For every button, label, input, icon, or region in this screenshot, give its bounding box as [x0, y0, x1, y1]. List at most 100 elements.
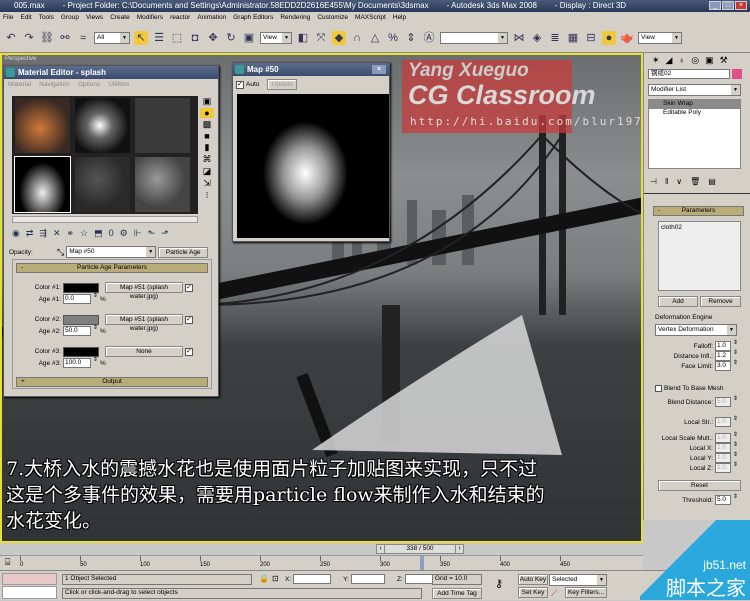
key-filters-button[interactable]: Key Filters... — [565, 587, 607, 598]
menu-create[interactable]: Create — [110, 12, 130, 23]
selection-filter-dropdown[interactable]: All — [94, 31, 130, 44]
material-menu-material[interactable]: Material — [8, 81, 31, 88]
parameters-rollout[interactable]: - Parameters — [653, 206, 744, 216]
show-end-result-icon[interactable]: ⊩ — [134, 228, 142, 239]
default-tangent-icon[interactable]: ⟋ — [551, 588, 557, 599]
stack-item-editable-poly[interactable]: Editable Poly — [649, 109, 740, 118]
window-crossing-icon[interactable]: ◘ — [188, 31, 202, 45]
lock-icon[interactable]: 🔒 — [259, 574, 269, 583]
link-icon[interactable]: ⛓ — [40, 31, 54, 45]
map-name-dropdown[interactable]: Map #50 — [66, 246, 157, 258]
time-slider[interactable]: ‹ 338 / 500 › — [376, 544, 464, 554]
age-spinner[interactable]: 0.0 — [63, 294, 91, 304]
menu-rendering[interactable]: Rendering — [280, 12, 310, 23]
lx-spinner[interactable]: 1.0 — [715, 443, 731, 453]
make-preview-icon[interactable]: ⌘ — [200, 154, 214, 165]
color-map-button[interactable]: None — [105, 346, 183, 357]
utilities-tab-icon[interactable]: ⚒ — [720, 55, 728, 66]
align-icon[interactable]: ◈ — [530, 31, 544, 45]
pin-stack-icon[interactable]: ⊣ — [650, 177, 657, 186]
menu-edit[interactable]: Edit — [20, 12, 31, 23]
menu-modifiers[interactable]: Modifiers — [137, 12, 163, 23]
edit-named-sel-icon[interactable]: Ⓐ — [422, 31, 436, 45]
material-menu-options[interactable]: Options — [78, 81, 100, 88]
menu-maxscript[interactable]: MAXScript — [355, 12, 386, 23]
map-enable-checkbox[interactable]: ✓ — [185, 283, 193, 292]
update-button[interactable]: Update — [267, 79, 298, 90]
percent-snap-icon[interactable]: % — [386, 31, 400, 45]
rect-selection-icon[interactable]: ⬚ — [170, 31, 184, 45]
manipulate-icon[interactable]: ⤧ — [314, 31, 328, 45]
options-icon[interactable]: ◪ — [200, 166, 214, 177]
auto-key-button[interactable]: Auto Key — [518, 574, 548, 585]
blend-to-base-checkbox[interactable] — [655, 385, 662, 392]
maximize-button[interactable]: □ — [722, 1, 734, 10]
spinner-arrows-icon[interactable]: ⇕ — [93, 325, 98, 336]
add-time-tag-button[interactable]: Add Time Tag — [432, 588, 482, 599]
modifier-list-dropdown[interactable]: Modifier List — [648, 84, 741, 96]
horizontal-scrollbar[interactable] — [12, 216, 198, 223]
target-list[interactable]: cloth02 — [658, 221, 741, 291]
modify-tab-icon[interactable]: ◢ — [666, 55, 673, 66]
background-icon[interactable]: ▩ — [200, 119, 214, 130]
remove-button[interactable]: Remove — [700, 296, 741, 307]
minimize-button[interactable]: _ — [709, 1, 721, 10]
redo-icon[interactable]: ↷ — [22, 31, 36, 45]
video-color-check-icon[interactable]: ▮ — [200, 142, 214, 153]
face-spinner[interactable]: 3.0 — [715, 361, 731, 371]
layer-manager-icon[interactable]: ≣ — [548, 31, 562, 45]
put-to-library-icon[interactable]: ⬒ — [94, 228, 103, 239]
map-enable-checkbox[interactable]: ✓ — [185, 347, 193, 356]
close-button[interactable]: × — [372, 65, 386, 74]
lz-spinner[interactable]: 1.0 — [715, 463, 731, 473]
deformation-engine-dropdown[interactable]: Vertex Deformation — [655, 324, 737, 336]
spinner-arrows-icon[interactable]: ⇕ — [733, 360, 738, 371]
material-navigator-icon[interactable]: ⁝ — [200, 190, 214, 201]
select-by-name-icon[interactable]: ☰ — [152, 31, 166, 45]
reset-button[interactable]: Reset — [658, 480, 741, 491]
add-button[interactable]: Add — [658, 296, 698, 307]
prev-frame-button[interactable]: ‹ — [377, 545, 385, 553]
spinner-arrows-icon[interactable]: ⇕ — [733, 462, 738, 473]
spinner-arrows-icon[interactable]: ⇕ — [733, 494, 738, 505]
material-editor-icon[interactable]: ● — [602, 30, 616, 45]
object-color-swatch[interactable] — [732, 69, 742, 79]
map-enable-checkbox[interactable]: ✓ — [185, 315, 193, 324]
age-spinner[interactable]: 100.0 — [63, 358, 91, 368]
x-field[interactable] — [293, 574, 332, 584]
angle-snap-icon[interactable]: △ — [368, 31, 382, 45]
pick-material-icon[interactable]: ⤡ — [57, 247, 64, 258]
hierarchy-tab-icon[interactable]: ♁ — [678, 55, 685, 66]
create-tab-icon[interactable]: ✶ — [652, 55, 660, 66]
bind-spacewarp-icon[interactable]: ≈ — [76, 31, 90, 45]
dist-spinner[interactable]: 1.2 — [715, 351, 731, 361]
track-bar[interactable]: ⌸ 0 50 100 150 200 250 300 350 400 450 — [0, 555, 643, 570]
assign-material-icon[interactable]: ⇶ — [39, 228, 47, 239]
sample-slot[interactable] — [134, 97, 191, 154]
render-setup-icon[interactable]: 🫖 — [620, 31, 634, 45]
color-swatch[interactable] — [63, 282, 99, 293]
output-rollout[interactable]: + Output — [16, 377, 208, 387]
go-to-parent-icon[interactable]: ⬑ — [148, 228, 156, 239]
auto-checkbox[interactable]: ✓ — [236, 80, 244, 89]
spinner-arrows-icon[interactable]: ⇕ — [93, 293, 98, 304]
make-unique-icon[interactable]: ∨ — [676, 177, 682, 186]
mini-curve-editor-icon[interactable]: ⌸ — [5, 557, 10, 568]
local-str-spinner[interactable]: 1.0 — [715, 417, 731, 427]
material-editor-titlebar[interactable]: Material Editor - splash — [4, 66, 218, 79]
mirror-icon[interactable]: ⋈ — [512, 31, 526, 45]
menu-help[interactable]: Help — [393, 12, 406, 23]
get-material-icon[interactable]: ◉ — [12, 228, 20, 239]
set-key-icon[interactable]: ⚷ — [495, 577, 503, 590]
spinner-arrows-icon[interactable]: ⇕ — [733, 396, 738, 407]
menu-reactor[interactable]: reactor — [170, 12, 190, 23]
reset-map-icon[interactable]: ✕ — [53, 228, 61, 239]
sample-slot[interactable] — [74, 97, 131, 154]
make-copy-icon[interactable]: ⚭ — [67, 228, 75, 239]
keyboard-override-icon[interactable]: ◆ — [332, 30, 346, 45]
sample-slot[interactable] — [134, 156, 191, 213]
render-view-dropdown[interactable]: View — [638, 31, 682, 44]
material-menu-navigation[interactable]: Navigation — [39, 81, 70, 88]
maxscript-listener-white[interactable] — [2, 586, 57, 599]
spinner-snap-icon[interactable]: ⇕ — [404, 31, 418, 45]
